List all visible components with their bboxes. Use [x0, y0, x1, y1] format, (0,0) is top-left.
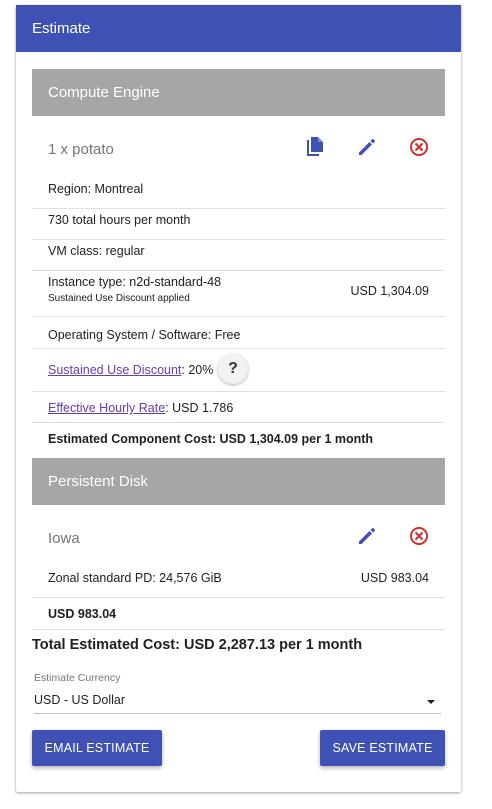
os-text: Operating System / Software: Free [48, 328, 241, 342]
delete-icon[interactable] [407, 524, 431, 548]
zonal-pd-price: USD 983.04 [360, 571, 429, 585]
edit-icon[interactable] [355, 524, 379, 548]
component-cost-row: Estimated Component Cost: USD 1,304.09 p… [32, 423, 445, 455]
disk-subtotal-text: USD 983.04 [48, 607, 117, 621]
compute-item-title: 1 x potato [48, 141, 114, 158]
compute-engine-section-header: Compute Engine [32, 69, 445, 116]
instance-price: USD 1,304.09 [350, 284, 429, 298]
hours-text: 730 total hours per month [48, 213, 191, 227]
instance-type-text: Instance type: n2d-standard-48 [48, 275, 222, 289]
currency-select[interactable]: USD - US Dollar [34, 687, 441, 714]
estimate-card: Estimate Compute Engine 1 x potato Regio… [16, 5, 461, 792]
dropdown-arrow-icon [427, 700, 435, 704]
help-button[interactable]: ? [218, 354, 248, 384]
persistent-disk-section-header: Persistent Disk [32, 458, 445, 505]
disk-subtotal-row: USD 983.04 [32, 598, 445, 630]
instance-type-row: Instance type: n2d-standard-48 Sustained… [32, 271, 445, 317]
edit-icon[interactable] [355, 135, 379, 159]
zonal-pd-text: Zonal standard PD: 24,576 GiB [48, 571, 222, 585]
disk-item-title: Iowa [48, 530, 80, 547]
estimate-header: Estimate [16, 5, 461, 52]
currency-label: Estimate Currency [34, 672, 121, 684]
region-row: Region: Montreal [32, 178, 445, 209]
ehr-row: Effective Hourly Rate: USD 1.786 [32, 392, 445, 423]
sud-value: : 20% [181, 363, 214, 377]
vm-class-row: VM class: regular [32, 240, 445, 271]
sud-link[interactable]: Sustained Use Discount [48, 363, 181, 377]
ehr-value: : USD 1.786 [165, 401, 234, 415]
copy-icon[interactable] [303, 135, 327, 159]
currency-selected-value: USD - US Dollar [34, 693, 125, 707]
ehr-link[interactable]: Effective Hourly Rate [48, 401, 165, 415]
zonal-pd-row: Zonal standard PD: 24,576 GiB USD 983.04 [32, 567, 445, 598]
delete-icon[interactable] [407, 135, 431, 159]
total-estimated-cost: Total Estimated Cost: USD 2,287.13 per 1… [32, 637, 363, 653]
vm-class-text: VM class: regular [48, 244, 145, 258]
component-cost-text: Estimated Component Cost: USD 1,304.09 p… [48, 432, 374, 446]
region-text: Region: Montreal [48, 182, 144, 196]
os-row: Operating System / Software: Free [32, 317, 445, 349]
save-estimate-button[interactable]: SAVE ESTIMATE [320, 730, 445, 766]
email-estimate-button[interactable]: EMAIL ESTIMATE [32, 730, 162, 766]
hours-row: 730 total hours per month [32, 209, 445, 240]
